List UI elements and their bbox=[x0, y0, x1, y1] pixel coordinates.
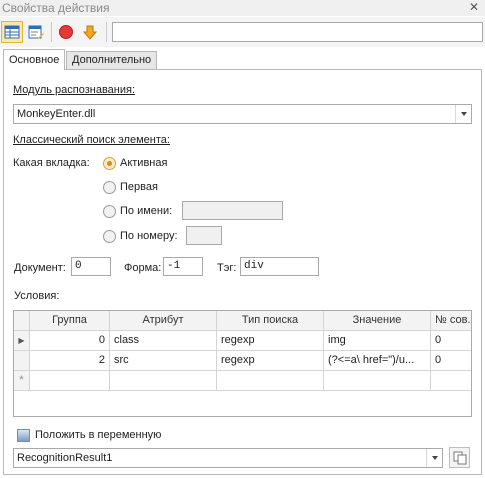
toolbar-search-input[interactable] bbox=[112, 22, 483, 42]
cell-value[interactable]: (?<=a\ href=")/u... bbox=[324, 351, 431, 371]
conditions-label: Условия: bbox=[14, 290, 60, 302]
radio-active-label: Активная bbox=[120, 157, 168, 169]
radio-first[interactable] bbox=[103, 181, 116, 194]
form-edit-icon bbox=[28, 25, 44, 39]
cell-attribute[interactable]: src bbox=[110, 351, 217, 371]
title-bar: Свойства действия ✕ bbox=[0, 0, 485, 16]
tab-strip: Основное Дополнительно bbox=[0, 49, 485, 70]
tab-main[interactable]: Основное bbox=[3, 49, 66, 70]
window-title: Свойства действия bbox=[2, 1, 110, 15]
toolbar bbox=[0, 17, 485, 47]
cell-group[interactable]: 2 bbox=[30, 351, 110, 371]
tag-input[interactable]: div bbox=[240, 257, 319, 276]
properties-view-button[interactable] bbox=[1, 21, 23, 43]
classic-search-label: Классический поиск элемента: bbox=[13, 134, 170, 146]
radio-by-name[interactable] bbox=[103, 205, 116, 218]
dropdown-arrow[interactable] bbox=[426, 449, 442, 467]
radio-by-number-label: По номеру: bbox=[120, 230, 178, 242]
which-tab-label: Какая вкладка: bbox=[13, 157, 90, 169]
edit-view-button[interactable] bbox=[25, 21, 47, 43]
table-view-icon bbox=[4, 25, 20, 39]
row-indicator bbox=[14, 351, 30, 371]
stop-button[interactable] bbox=[55, 21, 77, 43]
new-row-icon: * bbox=[14, 371, 30, 391]
conditions-grid[interactable]: Группа Атрибут Тип поиска Значение № сов… bbox=[13, 310, 472, 417]
tab-number-input[interactable] bbox=[186, 226, 222, 245]
current-row-icon: ▶ bbox=[14, 331, 30, 351]
cell-search-type[interactable] bbox=[217, 371, 324, 391]
cell-attribute[interactable] bbox=[110, 371, 217, 391]
cell-match-number[interactable]: 0 bbox=[431, 351, 471, 371]
module-value: MonkeyEnter.dll bbox=[17, 108, 96, 120]
radio-by-number[interactable] bbox=[103, 230, 116, 243]
store-variable-checkbox[interactable] bbox=[17, 429, 30, 442]
cell-value[interactable]: img bbox=[324, 331, 431, 351]
toolbar-separator bbox=[106, 22, 107, 42]
chevron-down-icon bbox=[460, 112, 467, 116]
radio-active[interactable] bbox=[103, 157, 116, 170]
cell-match-number[interactable]: 0 bbox=[431, 331, 471, 351]
move-down-button[interactable] bbox=[79, 21, 101, 43]
dropdown-arrow[interactable] bbox=[455, 105, 471, 123]
column-header-search-type[interactable]: Тип поиска bbox=[217, 311, 324, 331]
cell-group[interactable] bbox=[30, 371, 110, 391]
cell-search-type[interactable]: regexp bbox=[217, 351, 324, 371]
cell-attribute[interactable]: class bbox=[110, 331, 217, 351]
close-icon[interactable]: ✕ bbox=[469, 0, 479, 14]
copy-icon bbox=[453, 451, 466, 464]
column-header-group[interactable]: Группа bbox=[30, 311, 110, 331]
variable-select[interactable]: RecognitionResult1 bbox=[13, 448, 443, 468]
cell-search-type[interactable]: regexp bbox=[217, 331, 324, 351]
radio-by-name-label: По имени: bbox=[120, 205, 173, 217]
tag-label: Тэг: bbox=[217, 262, 237, 274]
toolbar-separator bbox=[51, 22, 52, 42]
stop-circle-icon bbox=[59, 25, 73, 39]
grid-header-row: Группа Атрибут Тип поиска Значение № сов… bbox=[14, 311, 471, 331]
module-select[interactable]: MonkeyEnter.dll bbox=[13, 104, 472, 124]
column-header-attribute[interactable]: Атрибут bbox=[110, 311, 217, 331]
cell-match-number[interactable] bbox=[431, 371, 471, 391]
cell-group[interactable]: 0 bbox=[30, 331, 110, 351]
tab-advanced[interactable]: Дополнительно bbox=[66, 51, 158, 69]
document-label: Документ: bbox=[14, 262, 66, 274]
form-input[interactable]: -1 bbox=[163, 257, 203, 276]
new-row[interactable]: * bbox=[14, 371, 471, 391]
copy-variable-button[interactable] bbox=[449, 447, 470, 468]
column-header-value[interactable]: Значение bbox=[324, 311, 431, 331]
document-input[interactable]: 0 bbox=[71, 257, 111, 276]
chevron-down-icon bbox=[431, 456, 438, 460]
module-label: Модуль распознавания: bbox=[13, 84, 136, 96]
column-header-match-number[interactable]: № сов... bbox=[431, 311, 471, 331]
radio-first-label: Первая bbox=[120, 181, 158, 193]
cell-value[interactable] bbox=[324, 371, 431, 391]
tab-name-input[interactable] bbox=[182, 201, 283, 220]
table-row[interactable]: ▶ 0 class regexp img 0 bbox=[14, 331, 471, 351]
form-label: Форма: bbox=[124, 262, 162, 274]
arrow-down-icon bbox=[82, 25, 98, 40]
row-indicator-header bbox=[14, 311, 30, 331]
variable-value: RecognitionResult1 bbox=[17, 452, 113, 464]
store-variable-label: Положить в переменную bbox=[35, 429, 162, 441]
table-row[interactable]: 2 src regexp (?<=a\ href=")/u... 0 bbox=[14, 351, 471, 371]
